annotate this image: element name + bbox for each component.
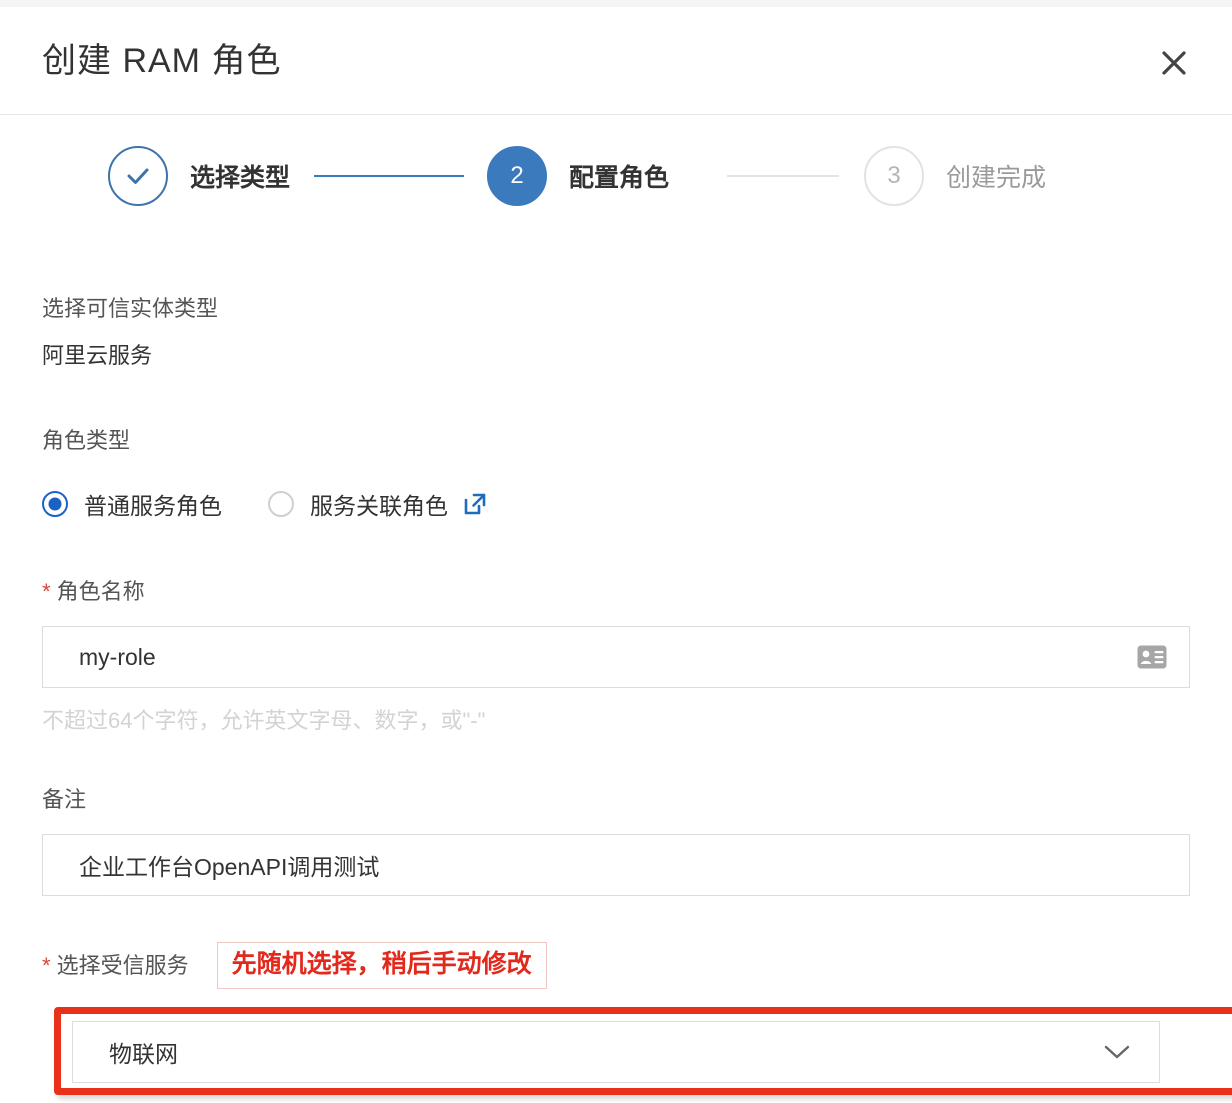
step-2-label: 配置角色 bbox=[569, 164, 670, 192]
role-name-label-text: 角色名称 bbox=[56, 579, 145, 604]
close-button[interactable] bbox=[1156, 45, 1192, 81]
radio-normal-service-role[interactable]: 普通服务角色 bbox=[42, 487, 222, 521]
required-indicator: * bbox=[42, 952, 51, 978]
stepper-connector-2 bbox=[727, 175, 839, 177]
notes-label: 备注 bbox=[42, 787, 87, 812]
required-indicator: * bbox=[42, 579, 51, 604]
step-1-circle bbox=[108, 146, 168, 206]
trusted-entity-label: 选择可信实体类型 bbox=[42, 296, 219, 321]
radio-service-linked-role-label: 服务关联角色 bbox=[310, 493, 448, 519]
create-ram-role-dialog: 创建 RAM 角色 选择类型 2 配置角色 3 创建完成 选择可信实体类型 阿里… bbox=[0, 7, 1232, 1095]
annotation-callout: 先随机选择，稍后手动修改 bbox=[216, 942, 547, 989]
stepper-connector-1 bbox=[314, 175, 464, 177]
radio-normal-service-role-label: 普通服务角色 bbox=[84, 493, 222, 519]
trusted-service-label: * 选择受信服务 bbox=[42, 950, 189, 982]
trusted-service-label-text: 选择受信服务 bbox=[56, 952, 189, 978]
dialog-header: 创建 RAM 角色 bbox=[0, 7, 1232, 115]
stepper-step-select-type[interactable]: 选择类型 bbox=[108, 145, 290, 207]
notes-input-value: 企业工作台OpenAPI调用测试 bbox=[79, 854, 380, 880]
notes-input[interactable]: 企业工作台OpenAPI调用测试 bbox=[42, 834, 1190, 896]
radio-service-linked-role[interactable]: 服务关联角色 bbox=[268, 487, 488, 521]
stepper-step-configure-role[interactable]: 2 配置角色 bbox=[487, 145, 669, 207]
field-trusted-entity-type: 选择可信实体类型 阿里云服务 bbox=[42, 241, 1190, 373]
step-1-label: 选择类型 bbox=[190, 164, 291, 192]
role-name-input[interactable]: my-role bbox=[42, 626, 1190, 688]
stepper-step-create-complete[interactable]: 3 创建完成 bbox=[864, 145, 1046, 207]
trusted-service-select[interactable]: 物联网 bbox=[72, 1021, 1160, 1083]
role-name-label: * 角色名称 bbox=[42, 576, 1190, 608]
chevron-down-icon[interactable] bbox=[1103, 1043, 1131, 1061]
annotation-text: 先随机选择，稍后手动修改 bbox=[231, 950, 532, 978]
step-3-label: 创建完成 bbox=[946, 164, 1047, 192]
page-background-strip bbox=[0, 0, 1232, 7]
field-trusted-service: * 选择受信服务 先随机选择，稍后手动修改 物联网 bbox=[42, 896, 1232, 1103]
check-icon bbox=[127, 168, 149, 184]
step-3-circle: 3 bbox=[864, 146, 924, 206]
step-2-circle: 2 bbox=[487, 146, 547, 206]
radio-unselected-icon bbox=[268, 491, 294, 517]
close-icon bbox=[1162, 51, 1186, 75]
field-role-type: 角色类型 普通服务角色 服务关联角色 bbox=[42, 373, 1190, 521]
role-type-radio-group: 普通服务角色 服务关联角色 bbox=[42, 487, 1190, 521]
trusted-service-select-zone: 物联网 bbox=[42, 999, 1232, 1103]
contact-card-icon[interactable] bbox=[1137, 645, 1167, 669]
stepper: 选择类型 2 配置角色 3 创建完成 bbox=[0, 115, 1232, 241]
field-role-name: * 角色名称 my-role 不超过64个字符，允许英文字母、数字，或"-" bbox=[42, 521, 1190, 736]
role-name-input-value: my-role bbox=[79, 643, 156, 670]
page-title: 创建 RAM 角色 bbox=[42, 42, 282, 80]
form-body: 选择可信实体类型 阿里云服务 角色类型 普通服务角色 服务关联角色 * 角色名称… bbox=[0, 241, 1232, 1103]
radio-selected-icon bbox=[42, 491, 68, 517]
role-type-label: 角色类型 bbox=[42, 428, 131, 453]
field-notes: 备注 企业工作台OpenAPI调用测试 bbox=[42, 736, 1190, 896]
trusted-service-select-value: 物联网 bbox=[109, 1041, 178, 1067]
trusted-service-label-row: * 选择受信服务 先随机选择，稍后手动修改 bbox=[42, 942, 1190, 989]
external-link-icon[interactable] bbox=[462, 491, 488, 517]
role-name-help-text: 不超过64个字符，允许英文字母、数字，或"-" bbox=[42, 708, 486, 733]
trusted-entity-value: 阿里云服务 bbox=[42, 343, 153, 368]
